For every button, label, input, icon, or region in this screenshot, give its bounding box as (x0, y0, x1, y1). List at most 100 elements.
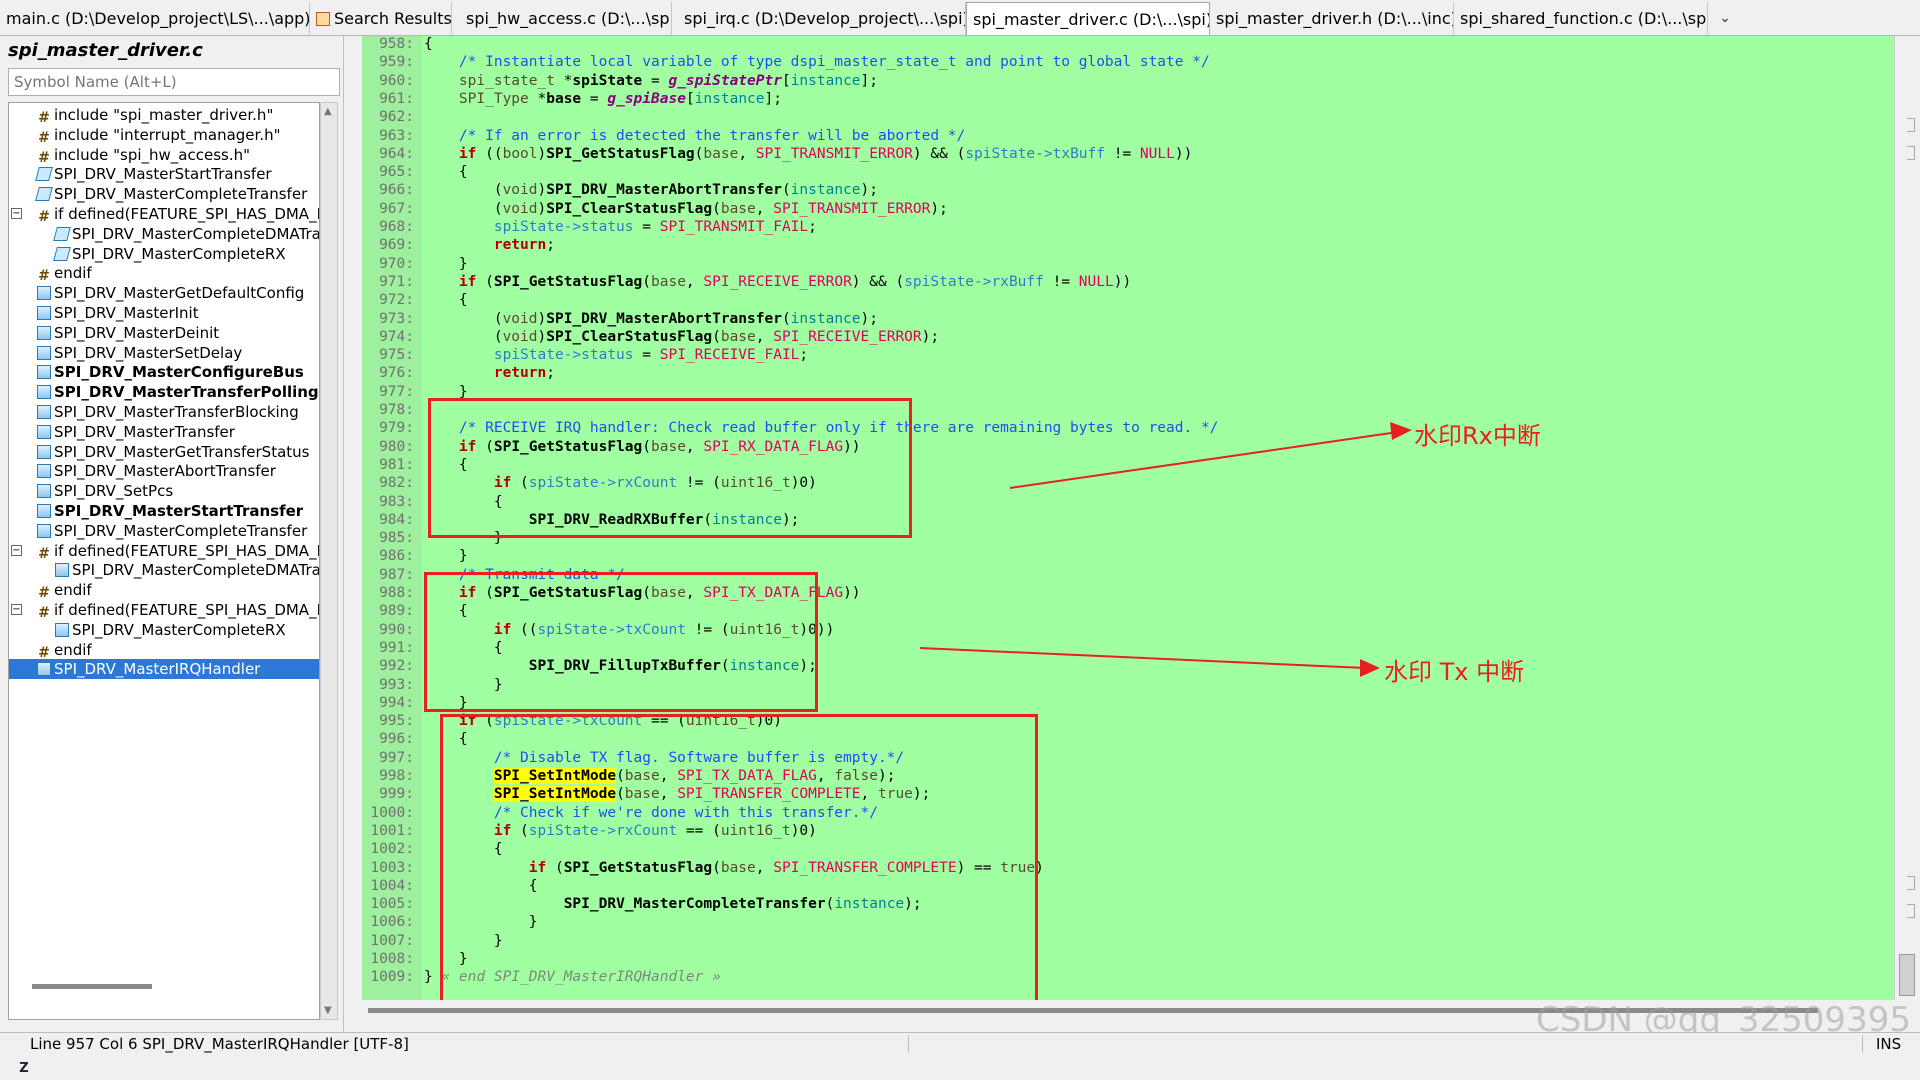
code-line[interactable]: /* If an error is detected the transfer … (424, 127, 965, 145)
code-line[interactable]: { (424, 639, 503, 657)
code-line[interactable]: } (424, 913, 538, 931)
symbol-tree-item[interactable]: SPI_DRV_MasterConfigureBus (37, 362, 304, 382)
code-line[interactable]: spiState->status = SPI_RECEIVE_FAIL; (424, 346, 808, 364)
symbol-tree-item[interactable]: # endif (37, 580, 92, 600)
code-line[interactable]: { (424, 730, 468, 748)
tab-search-results[interactable]: Search Results (310, 2, 452, 35)
tab-spi-master-driver-h[interactable]: spi_master_driver.h (D:\...\inc) (1210, 2, 1454, 35)
symbol-tree-item[interactable]: SPI_DRV_MasterSetDelay (37, 343, 242, 363)
symbol-tree-item[interactable]: SPI_DRV_MasterInit (37, 303, 199, 323)
code-line[interactable]: (void)SPI_ClearStatusFlag(base, SPI_RECE… (424, 328, 939, 346)
symbol-tree-item[interactable]: # include "interrupt_manager.h" (37, 125, 280, 145)
code-line[interactable]: } (424, 529, 503, 547)
symbol-tree-item[interactable]: − # if defined(FEATURE_SPI_HAS_DMA_EN (11, 600, 319, 620)
symbol-tree-item[interactable]: # endif (37, 640, 92, 660)
code-line[interactable]: { (424, 877, 538, 895)
code-line[interactable]: /* Transmit data */ (424, 566, 625, 584)
symbol-tree-item[interactable]: − # if defined(FEATURE_SPI_HAS_DMA_EN (11, 204, 319, 224)
symbol-tree-item[interactable]: # endif (37, 263, 92, 283)
code-line[interactable]: if ((spiState->txCount != (uint16_t)0)) (424, 621, 835, 639)
code-line[interactable]: } (424, 932, 503, 950)
symbol-tree-item[interactable]: SPI_DRV_MasterAbortTransfer (37, 461, 276, 481)
symbol-tree-item[interactable]: # include "spi_hw_access.h" (37, 145, 250, 165)
code-line[interactable]: SPI_DRV_FillupTxBuffer(instance); (424, 657, 817, 675)
code-editor[interactable]: 958: 959: 960: 961: 962: 963: 964: 965: 966: 967:… (362, 35, 1894, 1012)
code-line[interactable]: if (SPI_GetStatusFlag(base, SPI_TRANSFER… (424, 859, 1044, 877)
symbol-tree[interactable]: # include "spi_master_driver.h" # include "… (8, 102, 320, 1020)
chevron-down-icon[interactable]: ⌄ (1712, 2, 1738, 35)
symbol-tree-item[interactable]: − # if defined(FEATURE_SPI_HAS_DMA_EN (11, 541, 319, 561)
code-line[interactable]: spi_state_t *spiState = g_spiStatePtr[in… (424, 72, 878, 90)
code-line[interactable]: (void)SPI_DRV_MasterAbortTransfer(instan… (424, 181, 878, 199)
code-line[interactable]: SPI_DRV_MasterCompleteTransfer(instance)… (424, 895, 922, 913)
code-line[interactable]: } (424, 255, 468, 273)
tree-scrollbar[interactable]: ▲ ▼ (320, 102, 338, 1020)
code-line[interactable]: if (SPI_GetStatusFlag(base, SPI_RX_DATA_… (424, 438, 861, 456)
symbol-tree-item[interactable]: SPI_DRV_MasterTransferBlocking (37, 402, 299, 422)
tab-spi-irq[interactable]: spi_irq.c (D:\Develop_project\...\spi) (678, 2, 966, 35)
code-line[interactable]: spiState->status = SPI_TRANSMIT_FAIL; (424, 218, 817, 236)
symbol-tree-item[interactable]: SPI_DRV_SetPcs (37, 481, 173, 501)
tab-spi-shared-function[interactable]: spi_shared_function.c (D:\...\spi) (1454, 2, 1708, 35)
symbol-tree-item[interactable]: SPI_DRV_MasterTransfer (37, 422, 235, 442)
symbol-tree-item[interactable]: SPI_DRV_MasterCompleteTransfer (35, 184, 307, 204)
code-line[interactable]: if (spiState->rxCount == (uint16_t)0) (424, 822, 817, 840)
code-line[interactable]: } (424, 383, 468, 401)
tab-spi-master-driver-c[interactable]: spi_master_driver.c (D:\...\spi)✖ (966, 2, 1210, 35)
symbol-tree-item[interactable]: SPI_DRV_MasterCompleteTransfer (37, 521, 307, 541)
symbol-tree-item[interactable]: SPI_DRV_MasterStartTransfer (37, 501, 303, 521)
code-line[interactable]: { (424, 840, 503, 858)
symbol-tree-item[interactable]: SPI_DRV_MasterCompleteDMATra (53, 224, 319, 244)
symbol-tree-item[interactable]: SPI_DRV_MasterGetTransferStatus (37, 442, 309, 462)
code-line[interactable]: /* RECEIVE IRQ handler: Check read buffe… (424, 419, 1219, 437)
tree-horizontal-scrollbar[interactable] (32, 984, 152, 989)
collapse-toggle-icon[interactable]: − (11, 544, 22, 556)
symbol-tree-item[interactable]: SPI_DRV_MasterTransferPolling (37, 382, 319, 402)
symbol-tree-item[interactable]: SPI_DRV_MasterCompleteRX (53, 244, 286, 264)
code-line[interactable]: /* Instantiate local variable of type ds… (424, 53, 1210, 71)
code-line[interactable]: SPI_SetIntMode(base, SPI_TX_DATA_FLAG, f… (424, 767, 895, 785)
symbol-tree-item[interactable]: SPI_DRV_MasterDeinit (37, 323, 219, 343)
code-line[interactable]: if (SPI_GetStatusFlag(base, SPI_TX_DATA_… (424, 584, 861, 602)
code-line[interactable]: { (424, 456, 468, 474)
code-line[interactable]: /* Check if we're done with this transfe… (424, 804, 878, 822)
code-line[interactable]: SPI_SetIntMode(base, SPI_TRANSFER_COMPLE… (424, 785, 930, 803)
code-line[interactable]: } (424, 547, 468, 565)
code-line[interactable]: if (SPI_GetStatusFlag(base, SPI_RECEIVE_… (424, 273, 1131, 291)
code-line[interactable]: } « end SPI_DRV_MasterIRQHandler » (424, 968, 721, 986)
collapse-toggle-icon[interactable]: − (11, 208, 22, 219)
scroll-up-icon[interactable]: ▲ (324, 106, 332, 117)
code-line[interactable]: { (424, 35, 433, 53)
code-line[interactable]: } (424, 676, 503, 694)
code-line[interactable]: return; (424, 236, 555, 254)
tab-spi-hw-access[interactable]: spi_hw_access.c (D:\...\spi) (460, 2, 672, 35)
symbol-tree-item[interactable]: SPI_DRV_MasterCompleteDMATra (55, 560, 319, 580)
code-line[interactable]: { (424, 493, 503, 511)
symbol-tree-item[interactable]: SPI_DRV_MasterGetDefaultConfig (37, 283, 304, 303)
editor-vertical-scrollbar[interactable] (1894, 36, 1920, 1000)
scroll-thumb[interactable] (1899, 954, 1915, 996)
code-line[interactable]: (void)SPI_ClearStatusFlag(base, SPI_TRAN… (424, 200, 948, 218)
code-line[interactable]: (void)SPI_DRV_MasterAbortTransfer(instan… (424, 310, 878, 328)
symbol-tree-item[interactable]: SPI_DRV_MasterStartTransfer (35, 164, 272, 184)
code-line[interactable]: { (424, 602, 468, 620)
code-line[interactable]: } (424, 950, 468, 968)
code-line[interactable]: return; (424, 364, 555, 382)
code-line[interactable]: if (spiState->txCount == (uint16_t)0) (424, 712, 782, 730)
code-line[interactable]: { (424, 163, 468, 181)
code-line[interactable]: if ((bool)SPI_GetStatusFlag(base, SPI_TR… (424, 145, 1192, 163)
tab-main-c[interactable]: main.c (D:\Develop_project\LS\...\app) (0, 2, 310, 35)
hash-icon: # (38, 585, 50, 602)
collapse-toggle-icon[interactable]: − (11, 604, 22, 615)
symbol-search-input[interactable] (8, 68, 340, 96)
code-line[interactable]: } (424, 694, 468, 712)
symbol-tree-item[interactable]: SPI_DRV_MasterCompleteRX (55, 620, 286, 640)
code-line[interactable]: if (spiState->rxCount != (uint16_t)0) (424, 474, 817, 492)
symbol-tree-item[interactable]: # include "spi_master_driver.h" (37, 105, 273, 125)
scroll-down-icon[interactable]: ▼ (324, 1005, 332, 1016)
code-line[interactable]: { (424, 291, 468, 309)
code-line[interactable]: SPI_Type *base = g_spiBase[instance]; (424, 90, 782, 108)
code-line[interactable]: /* Disable TX flag. Software buffer is e… (424, 749, 904, 767)
code-line[interactable]: SPI_DRV_ReadRXBuffer(instance); (424, 511, 800, 529)
symbol-tree-item[interactable]: SPI_DRV_MasterIRQHandler (9, 659, 319, 680)
